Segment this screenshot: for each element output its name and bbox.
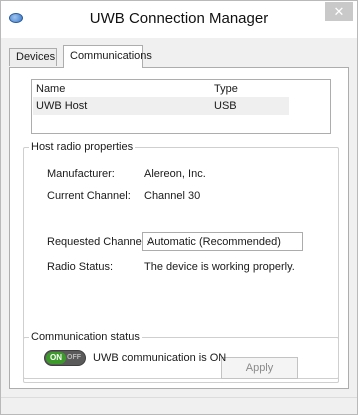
requested-channel-select[interactable]: Automatic (Recommended) ⌵ [142,232,303,251]
current-channel-label: Current Channel: [47,190,131,202]
communication-toggle[interactable]: ON OFF [44,350,86,366]
radio-status-label: Radio Status: [47,261,114,273]
close-button[interactable]: ✕ [325,2,353,21]
column-header-name[interactable]: Name [36,83,65,95]
host-radio-properties-title: Host radio properties [29,141,136,153]
device-type: USB [214,100,237,112]
current-channel-value: Channel 30 [144,190,201,202]
tab-communications[interactable]: Communications [63,45,152,68]
communication-status-title: Communication status [29,331,142,343]
chevron-down-icon: ⌵ [147,236,154,246]
tab-devices[interactable]: Devices [9,48,57,66]
column-header-type[interactable]: Type [214,83,238,95]
requested-channel-label: Requested Channel: [47,236,148,248]
communication-status-text: UWB communication is ON [93,352,227,364]
device-name: UWB Host [36,100,88,112]
list-item[interactable]: UWB Host USB [33,97,289,115]
manufacturer-label: Manufacturer: [47,168,115,180]
toggle-on-label: ON [46,352,66,364]
device-list[interactable]: Name Type UWB Host USB [31,79,331,134]
window-title: UWB Connection Manager [89,10,269,27]
close-icon: ✕ [333,4,345,19]
radio-status-value: The device is working properly. [144,261,295,273]
divider [1,397,357,398]
toggle-off-label: OFF [67,354,81,361]
uwb-connection-manager-window: UWB Connection Manager ✕ Devices Communi… [0,0,358,415]
title-bar: UWB Connection Manager ✕ [1,1,357,38]
manufacturer-value: Alereon, Inc. [144,168,206,180]
list-header: Name Type [32,80,330,98]
